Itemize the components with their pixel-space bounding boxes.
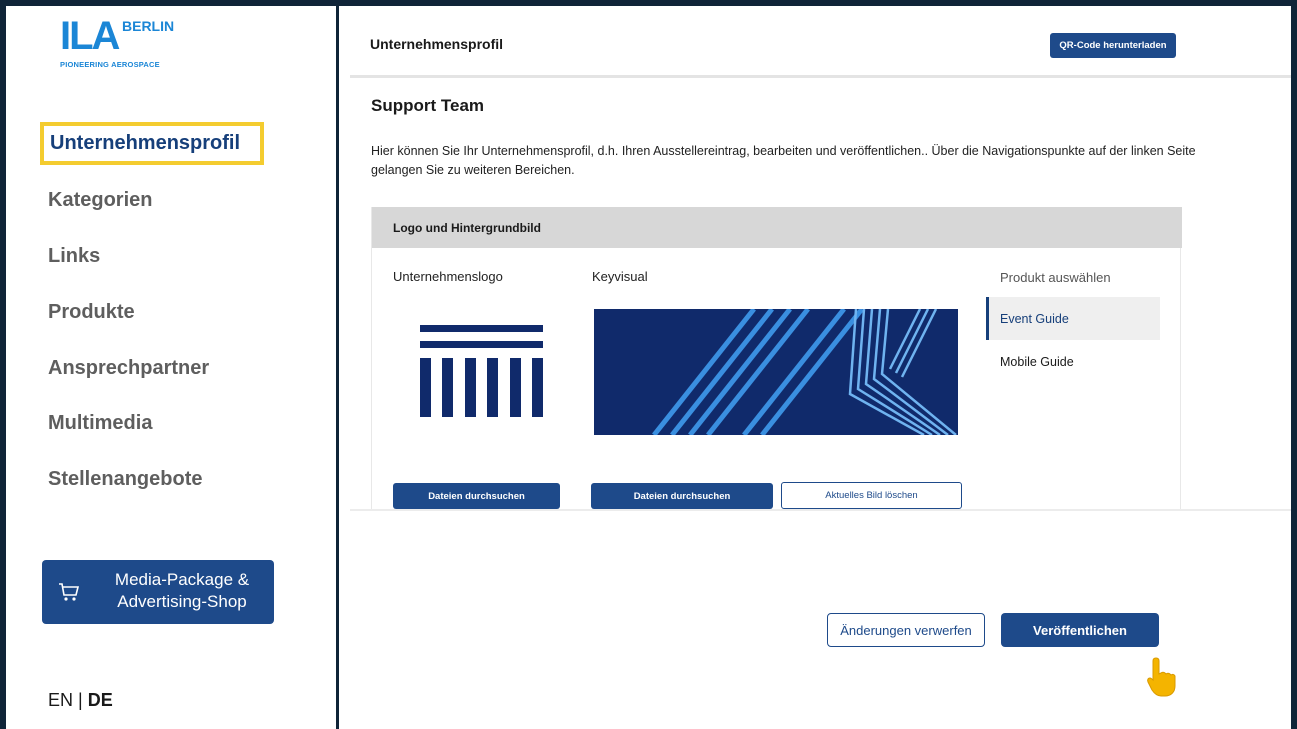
- cart-icon: [59, 583, 80, 601]
- shop-label-line1: Media-Package &: [114, 570, 250, 589]
- product-mobile-guide[interactable]: Mobile Guide: [986, 340, 1160, 383]
- publish-button[interactable]: Veröffentlichen: [1001, 613, 1159, 647]
- lang-de[interactable]: DE: [88, 690, 113, 710]
- browse-keyvisual-button[interactable]: Dateien durchsuchen: [591, 483, 773, 509]
- shop-button-label: Media-Package & Advertising-Shop: [102, 569, 262, 613]
- shop-label-line2: Advertising-Shop: [117, 592, 247, 611]
- section-title: Support Team: [371, 96, 485, 115]
- sidebar-item-stellenangebote[interactable]: Stellenangebote: [48, 468, 202, 491]
- company-logo-image: [420, 325, 544, 417]
- keyvisual-image: [594, 309, 958, 435]
- sidebar-item-unternehmensprofil[interactable]: Unternehmensprofil: [40, 122, 265, 165]
- page-title: Unternehmensprofil: [370, 36, 504, 52]
- language-switch: EN | DE: [48, 690, 113, 711]
- main-content: Unternehmensprofil QR-Code herunterladen…: [342, 6, 1291, 729]
- media-shop-button[interactable]: Media-Package & Advertising-Shop: [42, 560, 274, 624]
- browse-logo-button[interactable]: Dateien durchsuchen: [393, 483, 560, 509]
- ila-logo[interactable]: ILA BERLIN PIONEERING AEROSPACE: [60, 16, 200, 76]
- logo-text: ILA: [60, 14, 120, 58]
- logo-background-card: Logo und Hintergrundbild Unternehmenslog…: [371, 207, 1182, 511]
- sidebar-item-ansprechpartner[interactable]: Ansprechpartner: [48, 357, 209, 380]
- lang-en[interactable]: EN: [48, 690, 73, 710]
- qr-download-button[interactable]: QR-Code herunterladen: [1050, 33, 1176, 58]
- card-header: Logo und Hintergrundbild: [372, 207, 1182, 248]
- sidebar-item-produkte[interactable]: Produkte: [48, 301, 135, 324]
- delete-image-button[interactable]: Aktuelles Bild löschen: [781, 482, 962, 509]
- sidebar-item-kategorien[interactable]: Kategorien: [48, 189, 152, 212]
- product-event-guide[interactable]: Event Guide: [986, 297, 1160, 340]
- logo-label: Unternehmenslogo: [393, 269, 503, 284]
- top-bar: Unternehmensprofil QR-Code herunterladen: [350, 6, 1291, 78]
- lang-separator: |: [73, 690, 88, 710]
- discard-changes-button[interactable]: Änderungen verwerfen: [827, 613, 985, 647]
- keyvisual-label: Keyvisual: [592, 269, 648, 284]
- logo-city: BERLIN: [122, 18, 175, 34]
- sidebar-item-multimedia[interactable]: Multimedia: [48, 412, 152, 435]
- sidebar-item-links[interactable]: Links: [48, 245, 100, 268]
- product-select-label: Produkt auswählen: [1000, 270, 1111, 285]
- logo-tagline: PIONEERING AEROSPACE: [60, 60, 160, 69]
- description-text: Hier können Sie Ihr Unternehmensprofil, …: [371, 144, 1196, 177]
- hand-pointer-icon: [1147, 657, 1176, 697]
- sidebar: ILA BERLIN PIONEERING AEROSPACE Unterneh…: [6, 6, 339, 729]
- footer-divider: [350, 509, 1291, 511]
- card-title: Logo und Hintergrundbild: [393, 221, 541, 235]
